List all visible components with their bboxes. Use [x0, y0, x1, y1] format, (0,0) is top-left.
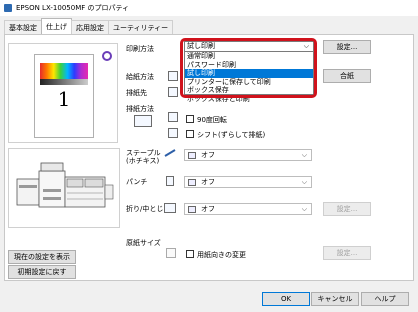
print-method-settings-button[interactable]: 設定... — [323, 40, 371, 54]
help-button[interactable]: ヘルプ — [361, 292, 409, 306]
chevron-down-icon: ⌵ — [301, 178, 307, 186]
chevron-down-icon: ⌵ — [301, 151, 307, 159]
fold-settings-button[interactable]: 設定... — [323, 202, 371, 216]
show-current-settings-button[interactable]: 現在の設定を表示 — [8, 250, 76, 264]
preview-page-number: 1 — [57, 87, 71, 111]
shift-label: シフト(ずらして排紙) — [197, 131, 266, 139]
color-mode-icon — [102, 51, 112, 61]
highlight-box — [180, 38, 317, 98]
staple-value: オフ — [201, 151, 215, 159]
paper-feed-icon — [168, 71, 178, 81]
paper-orientation-checkbox[interactable] — [186, 250, 194, 258]
output-stack-icon — [134, 115, 152, 127]
paper-orientation-label: 用紙向きの変更 — [197, 251, 246, 259]
rotate-90-checkbox[interactable] — [186, 115, 194, 123]
color-bar — [40, 63, 88, 79]
printer-preview-frame — [8, 148, 120, 228]
size-settings-button[interactable]: 設定... — [323, 246, 371, 260]
gray-bar — [40, 79, 88, 85]
rotate-90-label: 90度回転 — [197, 116, 227, 124]
rotate-icon — [168, 112, 178, 122]
tab-basic[interactable]: 基本設定 — [4, 20, 42, 34]
title-bar: EPSON LX-10050MF のプロパティ — [0, 0, 418, 16]
output-tray-icon — [168, 87, 178, 97]
punch-icon — [166, 176, 174, 186]
tab-utility[interactable]: ユーティリティー — [108, 20, 174, 34]
print-method-label: 印刷方法 — [126, 45, 154, 53]
punch-label: パンチ — [126, 178, 148, 186]
staple-label-sub: (ホチキス) — [126, 157, 160, 165]
tab-bar: 基本設定 仕上げ 応用設定 ユーティリティー — [4, 18, 174, 34]
staple-option-icon — [188, 152, 196, 159]
original-size-label: 原紙サイズ — [126, 239, 161, 247]
shift-icon — [168, 128, 178, 138]
paper-orientation-icon — [166, 248, 176, 258]
tab-advanced[interactable]: 応用設定 — [71, 20, 109, 34]
fold-icon — [164, 203, 176, 213]
window-title: EPSON LX-10050MF のプロパティ — [16, 4, 130, 12]
fold-value: オフ — [201, 205, 215, 213]
slip-sheet-button[interactable]: 合紙 — [323, 69, 371, 83]
punch-option-icon — [188, 179, 196, 186]
output-method-label: 排紙方法 — [126, 105, 154, 113]
fold-option-icon — [188, 206, 196, 213]
reset-defaults-button[interactable]: 初期設定に戻す — [8, 265, 76, 279]
shift-checkbox[interactable] — [186, 130, 194, 138]
fold-select[interactable]: オフ ⌵ — [184, 203, 312, 215]
staple-select[interactable]: オフ ⌵ — [184, 149, 312, 161]
output-label: 排紙先 — [126, 89, 147, 97]
printer-app-icon — [4, 4, 12, 12]
punch-select[interactable]: オフ ⌵ — [184, 176, 312, 188]
chevron-down-icon: ⌵ — [301, 205, 307, 213]
ok-button[interactable]: OK — [262, 292, 310, 306]
paper-feed-label: 給紙方法 — [126, 73, 154, 81]
tab-finishing[interactable]: 仕上げ — [41, 18, 72, 34]
printer-icon — [16, 162, 114, 208]
fold-label: 折り/中とじ — [126, 205, 164, 213]
cancel-button[interactable]: キャンセル — [311, 292, 359, 306]
punch-value: オフ — [201, 178, 215, 186]
staple-icon — [164, 148, 176, 158]
